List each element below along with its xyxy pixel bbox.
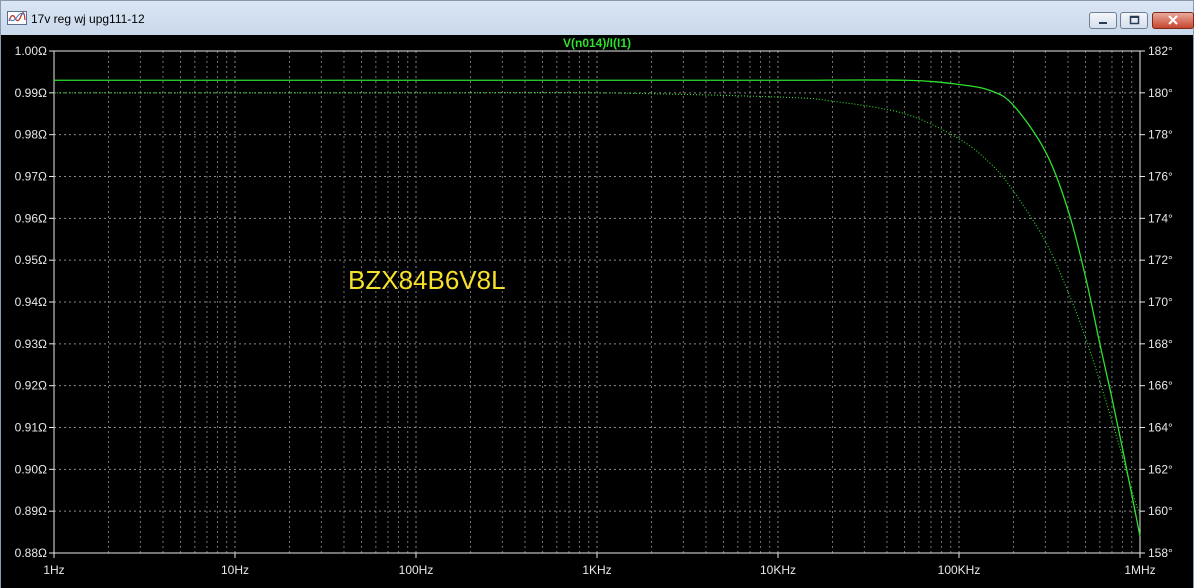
y2-tick-label: 170° (1148, 295, 1173, 309)
y2-tick-label: 164° (1148, 421, 1173, 435)
plot-window: 17v reg wj upg111-12 1Hz 10Hz 100Hz 1KHz 10K… (0, 0, 1194, 588)
maximize-button[interactable] (1120, 12, 1148, 29)
y2-tick-label: 178° (1148, 128, 1173, 142)
y-tick-label: 0.91Ω (15, 421, 47, 435)
y-tick-label: 1.00Ω (15, 44, 47, 58)
y-tick-label: 0.89Ω (15, 504, 47, 518)
y-tick-label: 0.96Ω (15, 211, 47, 225)
chart[interactable]: 1Hz 10Hz 100Hz 1KHz 10KHz 100KHz 1MHz 1.00Ω 182°… (1, 35, 1193, 588)
close-button[interactable] (1152, 12, 1194, 29)
chart-title: V(n014)/I(I1) (563, 36, 631, 50)
waveform-icon (7, 11, 27, 25)
y2-tick-label: 174° (1148, 211, 1173, 225)
close-icon (1168, 15, 1178, 25)
y2-tick-label: 180° (1148, 86, 1173, 100)
y2-tick-label: 168° (1148, 337, 1173, 351)
window-title: 17v reg wj upg111-12 (31, 12, 145, 26)
y-tick-label: 0.92Ω (15, 379, 47, 393)
y2-tick-label: 172° (1148, 253, 1173, 267)
title-bar[interactable]: 17v reg wj upg111-12 (1, 1, 1194, 35)
minimize-icon (1099, 22, 1107, 24)
minimize-button[interactable] (1089, 12, 1117, 29)
y-tick-label: 0.97Ω (15, 170, 47, 184)
y-tick-label: 0.90Ω (15, 462, 47, 476)
y-tick-label: 0.98Ω (15, 128, 47, 142)
y2-tick-label: 160° (1148, 504, 1173, 518)
y2-tick-label: 176° (1148, 170, 1173, 184)
x-tick-label: 100KHz (938, 563, 981, 577)
y2-tick-label: 162° (1148, 462, 1173, 476)
y-tick-label: 0.93Ω (15, 337, 47, 351)
x-tick-label: 1KHz (582, 563, 611, 577)
y-tick-label: 0.95Ω (15, 253, 47, 267)
y-tick-label: 0.88Ω (15, 546, 47, 560)
y-tick-label: 0.94Ω (15, 295, 47, 309)
x-tick-label: 10Hz (221, 563, 249, 577)
y2-tick-label: 182° (1148, 44, 1173, 58)
y2-tick-label: 166° (1148, 379, 1173, 393)
annotation-text: BZX84B6V8L (348, 265, 506, 295)
y-tick-label: 0.99Ω (15, 86, 47, 100)
maximize-icon (1129, 15, 1140, 25)
x-tick-label: 10KHz (760, 563, 796, 577)
x-tick-label: 1Hz (43, 563, 64, 577)
y2-tick-label: 158° (1148, 546, 1173, 560)
x-tick-label: 1MHz (1124, 563, 1155, 577)
x-tick-label: 100Hz (399, 563, 434, 577)
